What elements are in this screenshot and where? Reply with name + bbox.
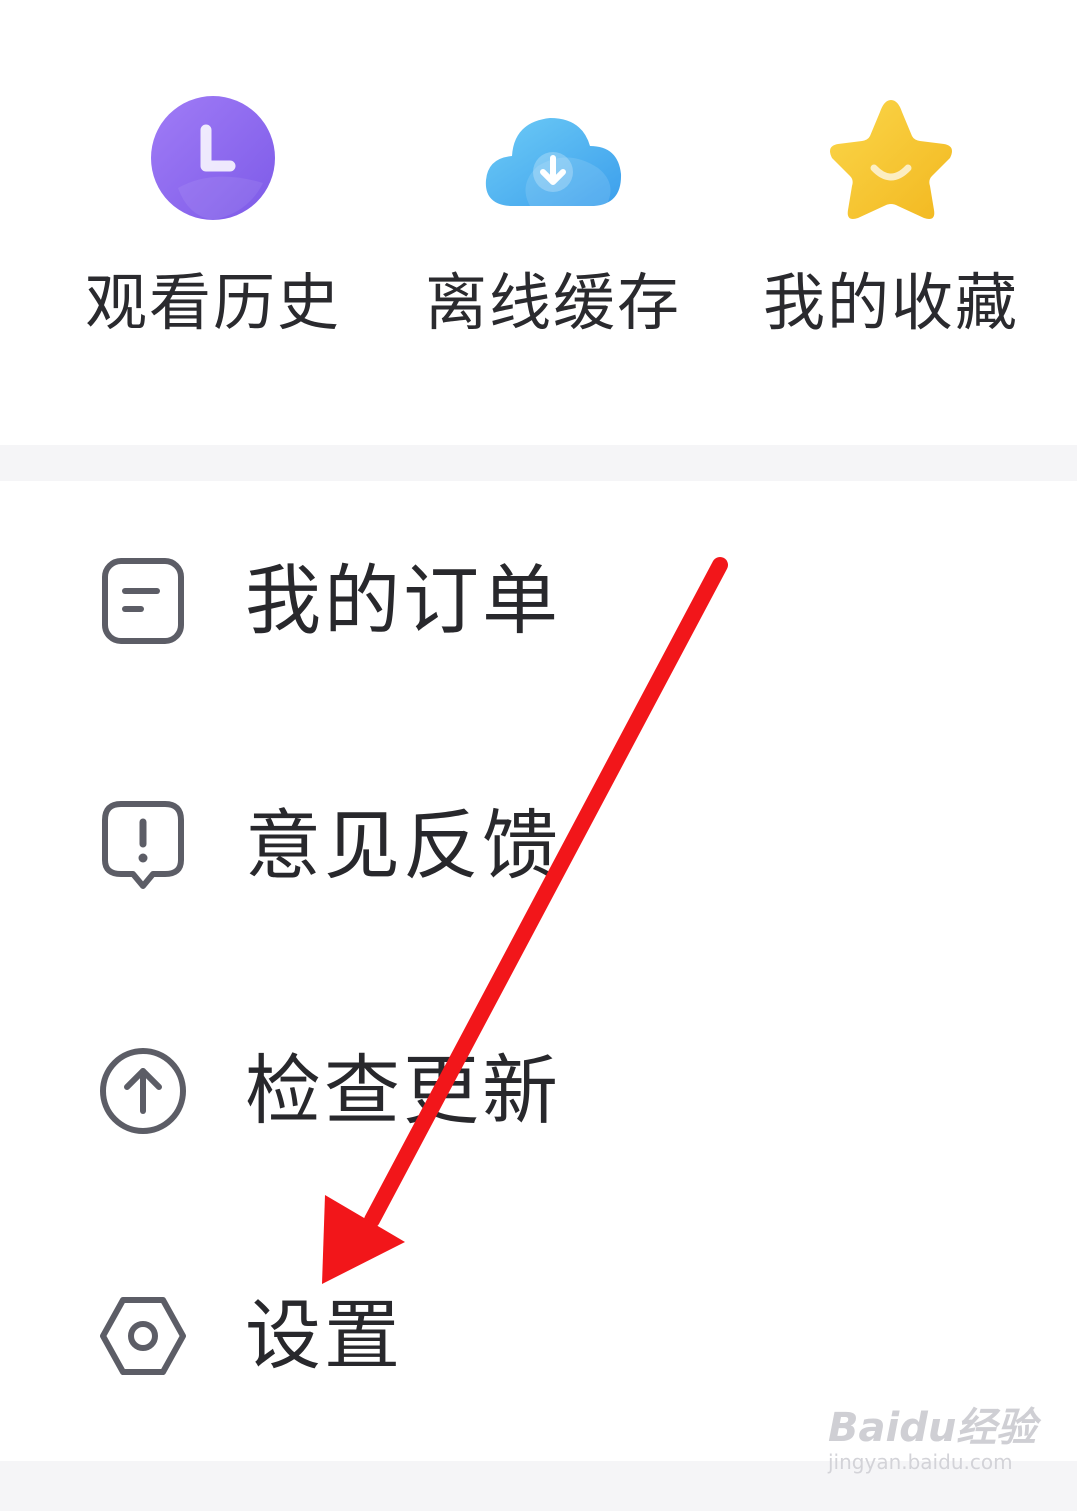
menu-item-label: 我的订单: [245, 556, 561, 645]
menu-item-label: 意见反馈: [245, 801, 561, 890]
order-icon: [95, 553, 191, 649]
settings-menu: 我的订单 意见反馈 检查更新 设置: [0, 481, 1077, 1461]
upload-arrow-icon: [95, 1043, 191, 1139]
menu-item-label: 检查更新: [245, 1046, 561, 1135]
settings-hexagon-icon: [95, 1288, 191, 1384]
menu-item-check-update[interactable]: 检查更新: [0, 991, 1077, 1191]
quick-actions: 观看历史 离线缓存 我的收藏: [0, 0, 1077, 445]
watch-history-label: 观看历史: [84, 266, 341, 339]
watch-history-button[interactable]: 观看历史: [63, 88, 363, 358]
my-favorites-label: 我的收藏: [762, 266, 1019, 339]
my-favorites-button[interactable]: 我的收藏: [741, 88, 1041, 358]
offline-cache-button[interactable]: 离线缓存: [403, 88, 703, 358]
menu-item-label: 设置: [245, 1291, 403, 1380]
clock-icon: [138, 88, 288, 238]
menu-item-my-orders[interactable]: 我的订单: [0, 501, 1077, 701]
star-icon: [816, 88, 966, 238]
bottom-band: [0, 1461, 1077, 1511]
profile-screen: 观看历史 离线缓存 我的收藏 我的订单 意见反馈 检查更新 设置 Baidu经验…: [0, 0, 1077, 1511]
section-divider: [0, 445, 1077, 481]
cloud-download-icon: [478, 88, 628, 238]
menu-item-feedback[interactable]: 意见反馈: [0, 746, 1077, 946]
menu-item-settings[interactable]: 设置: [0, 1236, 1077, 1436]
feedback-icon: [95, 798, 191, 894]
offline-cache-label: 离线缓存: [424, 266, 681, 339]
